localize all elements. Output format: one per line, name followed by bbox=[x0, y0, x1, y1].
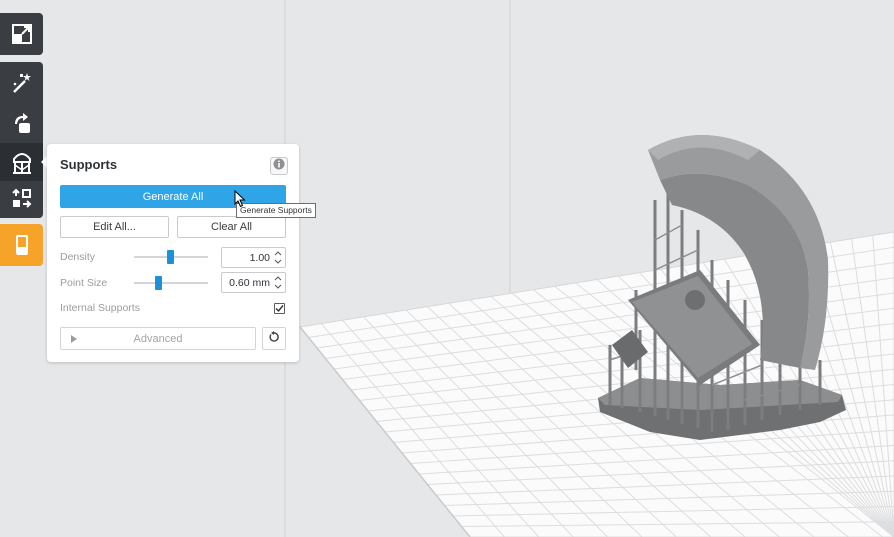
density-slider[interactable] bbox=[134, 250, 208, 264]
point-size-field[interactable]: 0.60 mm bbox=[221, 272, 286, 293]
magic-wand-tool-button[interactable] bbox=[0, 64, 43, 102]
density-slider-thumb[interactable] bbox=[166, 250, 174, 264]
edit-all-button[interactable]: Edit All... bbox=[60, 216, 169, 238]
supports-icon bbox=[10, 149, 34, 175]
info-button[interactable] bbox=[270, 157, 288, 175]
point-size-value: 0.60 mm bbox=[229, 277, 270, 289]
orientation-icon bbox=[10, 111, 34, 135]
reset-button[interactable] bbox=[262, 327, 286, 350]
print-tool-button[interactable] bbox=[0, 224, 43, 266]
internal-supports-checkbox[interactable] bbox=[274, 303, 285, 314]
density-value: 1.00 bbox=[249, 252, 270, 264]
toolbar-group-main bbox=[0, 62, 43, 218]
internal-supports-label: Internal Supports bbox=[60, 302, 140, 314]
spinner-arrows-icon[interactable] bbox=[274, 250, 282, 265]
layout-tool-button[interactable] bbox=[0, 180, 43, 218]
spinner-arrows-icon[interactable] bbox=[274, 275, 282, 290]
tooltip: Generate Supports bbox=[236, 203, 316, 218]
panel-title: Supports bbox=[60, 157, 118, 172]
print-icon bbox=[13, 233, 31, 257]
point-size-slider-thumb[interactable] bbox=[154, 276, 162, 290]
layout-icon bbox=[10, 187, 34, 211]
reset-icon bbox=[268, 330, 280, 348]
point-size-slider[interactable] bbox=[134, 276, 208, 290]
checkmark-icon bbox=[275, 300, 284, 318]
play-icon bbox=[71, 335, 77, 343]
advanced-toggle-button[interactable]: Advanced bbox=[60, 327, 256, 350]
mouse-cursor-icon bbox=[234, 190, 246, 208]
orientation-tool-button[interactable] bbox=[0, 104, 43, 142]
info-icon bbox=[273, 157, 285, 175]
density-field[interactable]: 1.00 bbox=[221, 247, 286, 268]
resize-icon bbox=[11, 23, 33, 45]
resize-tool-button[interactable] bbox=[0, 15, 43, 53]
density-label: Density bbox=[60, 251, 96, 263]
magic-wand-icon bbox=[10, 71, 34, 95]
supports-panel: Supports Generate All Edit All... Clear … bbox=[47, 144, 299, 362]
toolbar-group-top bbox=[0, 13, 43, 55]
supports-tool-button[interactable] bbox=[0, 143, 43, 181]
advanced-label: Advanced bbox=[133, 332, 183, 345]
point-size-label: Point Size bbox=[60, 277, 108, 289]
clear-all-button[interactable]: Clear All bbox=[177, 216, 286, 238]
